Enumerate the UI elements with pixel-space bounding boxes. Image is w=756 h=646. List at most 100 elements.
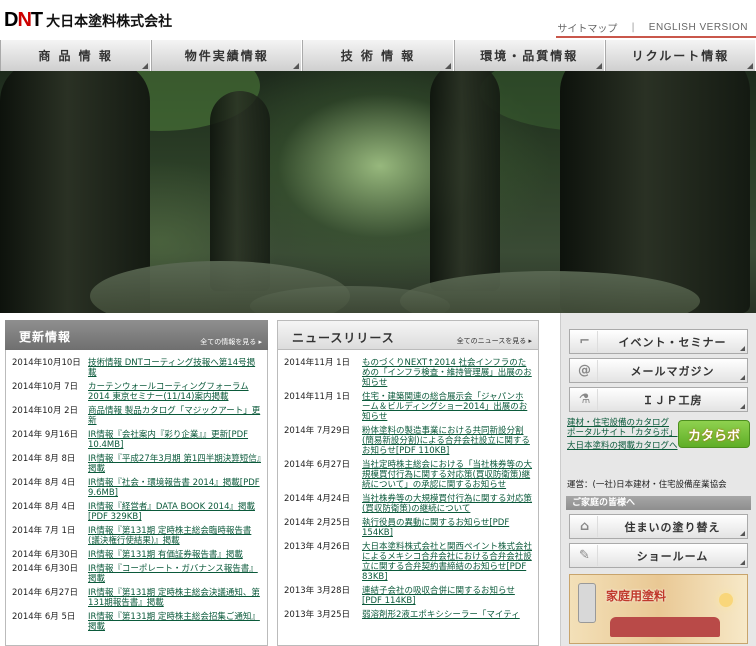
nav-products[interactable]: 商 品 情 報 [0,40,152,71]
news-link[interactable]: 大日本塗料株式会社と関西ペイント株式会社によるメキシコ合弁会社における合弁会社設… [362,542,538,582]
mail-magazine-button[interactable]: @ メールマガジン [569,358,748,383]
katalabo-logo[interactable]: カタらボ [678,420,750,448]
header-underline [556,36,756,38]
update-link[interactable]: IR情報『平成27年3月期 第1四半期決算短信』掲載 [88,454,267,474]
list-item: 2014年 9月16日 IR情報『会社案内『彩り企業』』更新[PDF 10.4MB… [6,430,267,450]
news-link[interactable]: ものづくりNEXT↑2014 社会インフラのための「インフラ検査・維持管理展」出… [362,358,538,388]
paint-roller-icon [578,583,596,623]
site-header: DNT 大日本塗料株式会社 サイトマップ | ENGLISH VERSION [0,0,756,40]
update-link[interactable]: IR情報『第131期 定時株主総会決議通知、第131期報告書』掲載 [88,588,267,608]
news-link[interactable]: 当社定時株主総会における「当社株券等の大規模買付行為に関する対応策(買収防衛策)… [362,460,538,490]
english-version-link[interactable]: ENGLISH VERSION [649,22,748,33]
house-repaint-button[interactable]: ⌂ 住まいの塗り替え [569,514,748,539]
news-header: ニュースリリース 全てのニュースを見る [277,320,539,350]
company-name: 大日本塗料株式会社 [46,13,173,30]
news-link[interactable]: 当社株券等の大規模買付行為に関する対応策(買収防衛策)の継続について [362,494,538,514]
corner-arrow-icon [740,531,745,536]
news-list: 2014年11月 1日 ものづくりNEXT↑2014 社会インフラのための「インフ… [277,350,539,646]
katalog-portal-link[interactable]: 建材・住宅設備のカタログポータルサイト「カタらボ」 [567,418,678,438]
nav-projects[interactable]: 物件実績情報 [151,40,303,71]
update-link[interactable]: IR情報『第131期 定時株主総会招集ご通知』掲載 [88,612,267,632]
paint-tube-icon: ✎ [572,545,598,566]
tree-trunk [430,71,500,291]
updates-header: 更新情報 全ての情報を見る [5,320,268,350]
corner-arrow-icon [740,560,745,565]
news-link[interactable]: 連結子会社の吸収合併に関するお知らせ[PDF 114KB] [362,586,538,606]
updates-panel: 更新情報 全ての情報を見る 2014年10月10日技術情報 DNTコーティング技… [5,320,268,646]
sidebar: ⌐ イベント・セミナー @ メールマガジン ⚗ ＩＪＰ工房 建材・住宅設備のカタ… [560,313,756,646]
household-paint-banner[interactable]: 家庭用塗料 [569,574,748,644]
list-item: 2014年 6月 5日 IR情報『第131期 定時株主総会招集ご通知』掲載 [6,612,267,632]
update-link[interactable]: IR情報『コーポレート・ガバナンス報告書』掲載 [88,564,267,584]
hero-forest-image [0,71,756,313]
list-item: 2014年 8月 4日 IR情報『社会・環境報告書 2014』掲載[PDF 9.6… [6,478,267,498]
updates-more-link[interactable]: 全ての情報を見る [200,337,262,347]
lab-flask-icon: ⚗ [572,389,598,410]
nav-environment-quality[interactable]: 環境・品質情報 [453,40,605,71]
news-link[interactable]: 粉体塗料の製造事業における共同新設分割(簡易新設分割)による合弁会社設立に関する… [362,426,538,456]
corner-arrow-icon [747,63,754,69]
nav-recruit[interactable]: リクルート情報 [604,40,756,71]
corner-arrow-icon [142,63,149,69]
logo-mark: DNT [4,9,43,31]
update-link[interactable]: 商品情報 製品カタログ「マジックアート」更新 [88,406,267,426]
list-item: 2014年 7月 1日 IR情報『第131期 定時株主総会臨時報告書(議決権行使結… [6,526,267,546]
news-link[interactable]: 弱溶剤形2液エポキシシーラー「マイティ [362,610,526,620]
corner-arrow-icon [293,63,300,69]
global-nav: 商 品 情 報 物件実績情報 技 術 情 報 環境・品質情報 リクルート情報 [0,40,756,71]
list-item: 2014年 8月 8日 IR情報『平成27年3月期 第1四半期決算短信』掲載 [6,454,267,474]
corner-arrow-icon [740,346,745,351]
updates-list: 2014年10月10日 技術情報 DNTコーティング技報へ第14号掲載 2014年… [5,350,268,646]
update-link[interactable]: IR情報『経営者』DATA BOOK 2014』掲載[PDF 329KB] [88,502,267,522]
list-item: 2013年 4月26日 大日本塗料株式会社と関西ペイント株式会社によるメキシコ合弁… [278,542,538,582]
banner-title: 家庭用塗料 [606,589,667,603]
list-item: 2014年 7月29日 粉体塗料の製造事業における共同新設分割(簡易新設分割)によ… [278,426,538,456]
katalog-operator: 運営：(一社)日本建材・住宅設備産業協会 [567,480,727,490]
corner-arrow-icon [595,63,602,69]
update-link[interactable]: IR情報『社会・環境報告書 2014』掲載[PDF 9.6MB] [88,478,267,498]
home-users-heading: ご家庭の皆様へ [566,496,751,510]
update-link[interactable]: カーテンウォールコーティングフォーラム2014 東京セミナー(11/14)案内掲… [88,382,267,402]
list-item: 2013年 3月28日 連結子会社の吸収合併に関するお知らせ[PDF 114KB] [278,586,538,606]
news-title: ニュースリリース [292,331,395,345]
list-item: 2014年 6月30日 IR情報『第131期 有価証券報告書』掲載 [6,550,267,560]
sofa-illustration [610,617,720,637]
showroom-button[interactable]: ✎ ショールーム [569,543,748,568]
ijp-studio-button[interactable]: ⚗ ＩＪＰ工房 [569,387,748,412]
update-link[interactable]: IR情報『第131期 定時株主総会臨時報告書(議決権行使結果)』掲載 [88,526,267,546]
list-item: 2014年10月 7日 カーテンウォールコーティングフォーラム2014 東京セミナ… [6,382,267,402]
corner-arrow-icon [444,63,451,69]
nav-technology[interactable]: 技 術 情 報 [302,40,454,71]
sitemap-link[interactable]: サイトマップ [557,20,617,35]
updates-title: 更新情報 [19,330,72,344]
mail-icon: @ [572,360,598,381]
news-link[interactable]: 住宅・建築関連の総合展示会「ジャパンホーム＆ビルディングショー2014」出展のお… [362,392,538,422]
list-item: 2014年10月10日 技術情報 DNTコーティング技報へ第14号掲載 [6,358,267,378]
news-release-panel: ニュースリリース 全てのニュースを見る 2014年11月 1日ものづくりNEXT… [277,320,539,646]
list-item: 2014年11月 1日 ものづくりNEXT↑2014 社会インフラのための「インフ… [278,358,538,388]
utility-links: サイトマップ | ENGLISH VERSION [557,20,748,35]
company-logo[interactable]: DNT 大日本塗料株式会社 [4,9,172,32]
news-link[interactable]: 執行役員の異動に関するお知らせ[PDF 154KB] [362,518,538,538]
list-item: 2014年 4月24日 当社株券等の大規模買付行為に関する対応策(買収防衛策)の継… [278,494,538,514]
lamp-illustration [719,593,733,607]
list-item: 2014年10月 2日 商品情報 製品カタログ「マジックアート」更新 [6,406,267,426]
util-separator: | [631,22,635,33]
list-item: 2014年 8月 4日 IR情報『経営者』DATA BOOK 2014』掲載[PD… [6,502,267,522]
update-link[interactable]: IR情報『第131期 有価証券報告書』掲載 [88,550,249,560]
corner-arrow-icon [740,404,745,409]
list-item: 2014年 6月27日 IR情報『第131期 定時株主総会決議通知、第131期報告… [6,588,267,608]
corner-arrow-icon [740,375,745,380]
katalog-promo: 建材・住宅設備のカタログポータルサイト「カタらボ」 カタらボ 大日本塗料の掲載カ… [567,418,750,496]
list-item: 2014年 2月25日 執行役員の異動に関するお知らせ[PDF 154KB] [278,518,538,538]
chair-icon: ⌐ [572,331,598,352]
list-item: 2013年 3月25日 弱溶剤形2液エポキシシーラー「マイティ [278,610,538,620]
update-link[interactable]: IR情報『会社案内『彩り企業』』更新[PDF 10.4MB] [88,430,267,450]
events-seminar-button[interactable]: ⌐ イベント・セミナー [569,329,748,354]
house-icon: ⌂ [572,516,598,537]
news-more-link[interactable]: 全てのニュースを見る [457,336,532,346]
list-item: 2014年 6月27日 当社定時株主総会における「当社株券等の大規模買付行為に関す… [278,460,538,490]
update-link[interactable]: 技術情報 DNTコーティング技報へ第14号掲載 [88,358,267,378]
list-item: 2014年11月 1日 住宅・建築関連の総合展示会「ジャパンホーム＆ビルディングシ… [278,392,538,422]
list-item: 2014年 6月30日 IR情報『コーポレート・ガバナンス報告書』掲載 [6,564,267,584]
